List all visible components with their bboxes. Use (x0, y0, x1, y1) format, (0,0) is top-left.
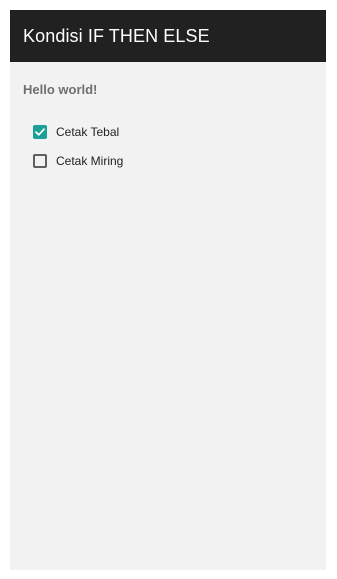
checkbox-label: Cetak Miring (56, 153, 124, 168)
checkmark-icon[interactable] (33, 124, 47, 139)
empty-checkbox-icon[interactable] (33, 153, 47, 168)
main-content: Hello world! Cetak Tebal Cetak Miring (10, 62, 326, 175)
checkbox-list: Cetak Tebal Cetak Miring (23, 117, 313, 175)
app-screen: Kondisi IF THEN ELSE Hello world! Cetak … (10, 10, 326, 570)
action-bar: Kondisi IF THEN ELSE (10, 10, 326, 62)
checkbox-cetak-tebal[interactable]: Cetak Tebal (23, 117, 313, 146)
app-title: Kondisi IF THEN ELSE (23, 25, 210, 46)
greeting-text: Hello world! (23, 82, 98, 97)
checkbox-cetak-miring[interactable]: Cetak Miring (23, 146, 313, 175)
checkbox-label: Cetak Tebal (56, 124, 120, 139)
